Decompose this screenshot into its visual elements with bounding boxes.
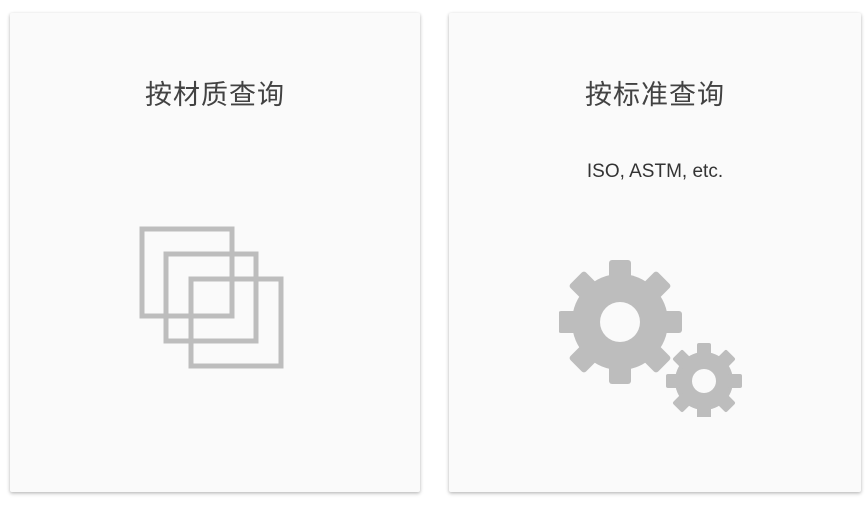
card-title: 按标准查询 [585,80,725,110]
layered-squares-icon [139,226,284,371]
search-by-material-card[interactable]: 按材质查询 [10,13,420,492]
search-options-panel: 按材质查询 按标准查询 ISO, ASTM, etc. [0,0,867,505]
gears-icon [558,245,749,419]
card-subtitle: ISO, ASTM, etc. [586,161,724,182]
search-by-standard-card[interactable]: 按标准查询 ISO, ASTM, etc. [449,13,861,492]
card-title: 按材质查询 [145,80,285,110]
